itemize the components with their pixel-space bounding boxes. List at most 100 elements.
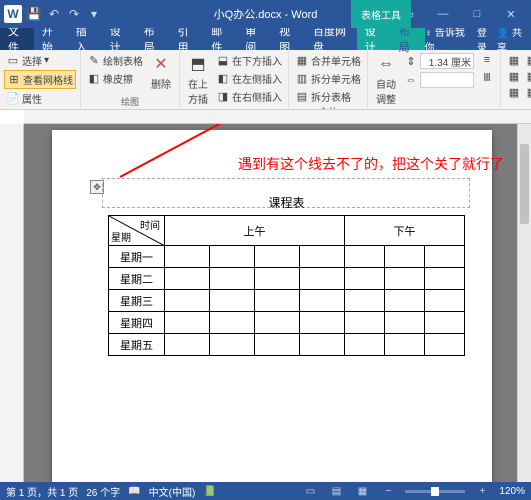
zoom-slider[interactable] [405,490,465,493]
document-scroll[interactable]: 遇到有这个线去不了的，把这个关了就行了 ✥ 课程表 时间 星期 上午 下午 [24,124,531,482]
table-cell[interactable] [300,334,345,356]
insert-above-button[interactable]: ⬒ 在上方插入 [184,52,212,110]
tab-layout[interactable]: 布局 [136,28,170,50]
zoom-out-button[interactable]: − [379,484,397,498]
table-cell[interactable] [345,312,385,334]
delete-button[interactable]: ✕ 删除 [147,52,175,95]
print-layout-icon[interactable]: ▤ [327,484,345,498]
horizontal-ruler[interactable] [24,110,531,124]
table-cell[interactable] [425,268,465,290]
table-cell[interactable] [385,312,425,334]
tab-review[interactable]: 审阅 [237,28,271,50]
row-height-input[interactable]: ⇕1.34 厘米 [402,52,476,70]
language-status[interactable]: 中文(中国) [149,484,196,499]
table-cell[interactable] [255,246,300,268]
split-cells-button[interactable]: ▥拆分单元格 [293,70,363,87]
table-cell[interactable] [425,246,465,268]
table-cell[interactable] [165,268,210,290]
web-layout-icon[interactable]: ▦ [353,484,371,498]
split-table-button[interactable]: ▤拆分表格 [293,88,363,105]
align-tc-button[interactable]: ▦ [523,52,531,68]
table-cell[interactable] [255,290,300,312]
save-icon[interactable]: 💾 [26,6,42,22]
row-label[interactable]: 星期四 [109,312,165,334]
tab-design[interactable]: 设计 [102,28,136,50]
redo-icon[interactable]: ↷ [66,6,82,22]
tab-file[interactable]: 文件 [0,28,34,50]
insert-below-button[interactable]: ⬓在下方插入 [214,52,284,69]
table-cell[interactable] [165,334,210,356]
table-cell[interactable] [385,268,425,290]
table-cell[interactable] [210,312,255,334]
view-gridlines-button[interactable]: ⊞查看网格线 [4,70,76,89]
align-tl-button[interactable]: ▦ [505,52,523,68]
header-pm[interactable]: 下午 [345,216,465,246]
table-cell[interactable] [385,246,425,268]
course-table[interactable]: 时间 星期 上午 下午 星期一 星期二 星期三 星期四 星期五 [108,215,465,356]
spellcheck-icon[interactable]: 📖 [128,486,140,497]
page-count[interactable]: 第 1 页，共 1 页 [6,484,78,499]
read-mode-icon[interactable]: ▭ [301,484,319,498]
table-cell[interactable] [345,268,385,290]
properties-button[interactable]: 📄属性 [4,90,76,107]
table-cell[interactable] [210,246,255,268]
table-cell[interactable] [300,268,345,290]
table-cell[interactable] [210,334,255,356]
insert-left-button[interactable]: ◧在左侧插入 [214,70,284,87]
table-cell[interactable] [300,312,345,334]
tab-mailings[interactable]: 邮件 [203,28,237,50]
table-cell[interactable] [425,290,465,312]
distribute-cols-button[interactable]: Ⅲ [478,69,496,85]
row-label[interactable]: 星期三 [109,290,165,312]
align-bc-button[interactable]: ▦ [523,84,531,100]
insert-mode-icon[interactable]: 📗 [203,486,215,497]
minimize-button[interactable]: — [429,4,457,24]
tab-insert[interactable]: 插入 [68,28,102,50]
row-label[interactable]: 星期二 [109,268,165,290]
eraser-button[interactable]: ◧橡皮擦 [85,70,145,87]
merge-cells-button[interactable]: ▦合并单元格 [293,52,363,69]
table-cell[interactable] [300,246,345,268]
table-cell[interactable] [165,290,210,312]
table-cell[interactable] [425,312,465,334]
table-cell[interactable] [385,290,425,312]
table-cell[interactable] [165,312,210,334]
align-mc-button[interactable]: ▦ [523,68,531,84]
tab-home[interactable]: 开始 [34,28,68,50]
tab-table-design[interactable]: 设计 [357,28,391,50]
insert-right-button[interactable]: ◨在右侧插入 [214,88,284,105]
table-cell[interactable] [300,290,345,312]
tab-table-layout[interactable]: 布局 [391,28,425,50]
table-cell[interactable] [210,268,255,290]
table-cell[interactable] [255,312,300,334]
vertical-scrollbar[interactable] [517,124,531,482]
table-cell[interactable] [165,246,210,268]
table-cell[interactable] [345,334,385,356]
undo-icon[interactable]: ↶ [46,6,62,22]
table-cell[interactable] [210,290,255,312]
page[interactable]: 遇到有这个线去不了的，把这个关了就行了 ✥ 课程表 时间 星期 上午 下午 [52,130,492,482]
col-width-input[interactable]: ⇔ [402,71,476,89]
tab-view[interactable]: 视图 [271,28,305,50]
tab-baidu[interactable]: 百度网盘 [305,28,357,50]
select-button[interactable]: ▭选择 ▾ [4,52,76,69]
table-cell[interactable] [385,334,425,356]
vertical-ruler[interactable] [0,124,24,482]
close-button[interactable]: ✕ [497,4,525,24]
align-ml-button[interactable]: ▦ [505,68,523,84]
word-count[interactable]: 26 个字 [86,484,120,499]
row-label[interactable]: 星期一 [109,246,165,268]
align-bl-button[interactable]: ▦ [505,84,523,100]
maximize-button[interactable]: □ [463,4,491,24]
header-am[interactable]: 上午 [165,216,345,246]
table-cell[interactable] [255,334,300,356]
diagonal-header-cell[interactable]: 时间 星期 [109,216,165,246]
table-cell[interactable] [345,246,385,268]
autofit-button[interactable]: ⇔ 自动调整 [372,52,400,108]
zoom-in-button[interactable]: + [473,484,491,498]
table-cell[interactable] [345,290,385,312]
table-cell[interactable] [255,268,300,290]
draw-table-button[interactable]: ✎绘制表格 [85,52,145,69]
qat-customize-icon[interactable]: ▾ [86,6,102,22]
zoom-level[interactable]: 120% [499,486,525,497]
